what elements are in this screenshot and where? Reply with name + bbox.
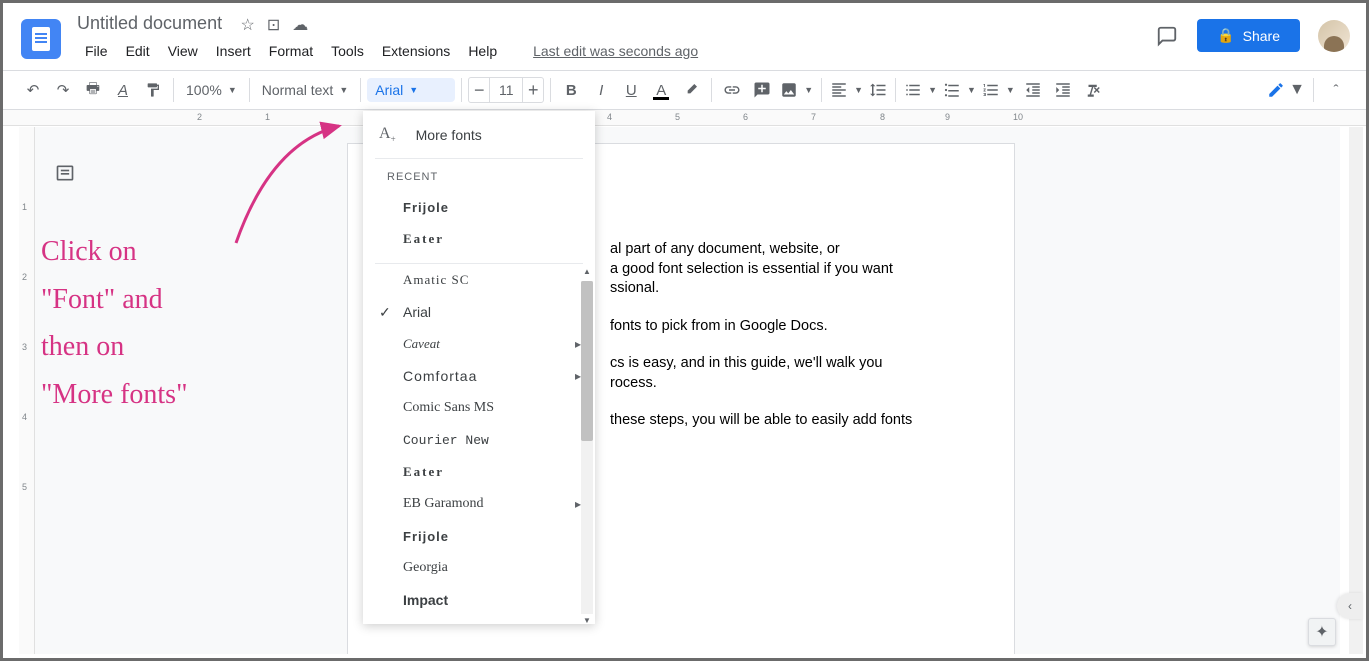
redo-button[interactable]: ↷ (49, 76, 77, 104)
explore-button[interactable]: ✦ (1308, 618, 1336, 646)
vertical-scrollbar[interactable] (1349, 127, 1363, 654)
doc-text: these steps, you will be able to easily … (610, 411, 942, 431)
toolbar: ↶ ↷ 🖶 A 100%▼ Normal text▼ Arial▼ − + B … (3, 70, 1366, 110)
text-color-button[interactable]: A (647, 76, 675, 104)
share-button[interactable]: 🔒 Share (1197, 19, 1300, 52)
styles-dropdown[interactable]: Normal text▼ (256, 78, 355, 102)
account-avatar[interactable] (1318, 20, 1350, 52)
insert-link-button[interactable] (718, 76, 746, 104)
comment-history-icon[interactable] (1155, 24, 1179, 48)
vertical-ruler[interactable]: 1 2 3 4 5 (19, 127, 35, 654)
print-button[interactable]: 🖶 (79, 76, 107, 104)
bulleted-list-button[interactable]: ▼ (941, 77, 978, 103)
font-item[interactable]: Caveat (363, 328, 595, 360)
doc-text: a good font selection is essential if yo… (610, 260, 942, 280)
cloud-status-icon[interactable]: ☁ (292, 15, 308, 35)
add-comment-button[interactable] (748, 76, 776, 104)
side-panel-toggle[interactable]: ‹ (1337, 593, 1363, 619)
font-item[interactable]: Arial (363, 296, 595, 328)
hide-menus-button[interactable]: ˆ (1322, 76, 1350, 104)
font-item[interactable]: Eater (363, 456, 595, 488)
insert-image-button[interactable]: ▼ (778, 77, 815, 103)
recent-section-label: RECENT (363, 159, 595, 191)
italic-button[interactable]: I (587, 76, 615, 104)
annotation-arrow (221, 118, 361, 258)
increase-indent-button[interactable] (1049, 76, 1077, 104)
editing-mode-button[interactable]: ▼ (1267, 81, 1305, 99)
font-size-decrease[interactable]: − (468, 77, 490, 103)
font-item[interactable]: EB Garamond (363, 488, 595, 520)
highlight-color-button[interactable] (677, 76, 705, 104)
menu-tools[interactable]: Tools (323, 39, 372, 63)
menu-edit[interactable]: Edit (118, 39, 158, 63)
font-recent-item[interactable]: Frijole (363, 191, 595, 223)
menu-bar: File Edit View Insert Format Tools Exten… (77, 39, 706, 63)
share-label: Share (1243, 28, 1280, 44)
underline-button[interactable]: U (617, 76, 645, 104)
annotation-text: Click on "Font" and then on "More fonts" (41, 228, 188, 418)
spellcheck-button[interactable]: A (109, 76, 137, 104)
document-area: 1 2 3 4 5 al part of any document, websi… (19, 127, 1340, 654)
more-fonts-item[interactable]: A+ More fonts (363, 111, 595, 158)
line-spacing-button[interactable] (867, 77, 889, 103)
font-add-icon: A+ (379, 125, 396, 144)
undo-button[interactable]: ↶ (19, 76, 47, 104)
outline-toggle-icon[interactable] (51, 159, 79, 187)
lock-icon: 🔒 (1217, 27, 1234, 44)
star-icon[interactable]: ☆ (241, 15, 255, 35)
last-edit-link[interactable]: Last edit was seconds ago (525, 39, 706, 63)
menu-extensions[interactable]: Extensions (374, 39, 458, 63)
move-icon[interactable]: ⊡ (267, 15, 280, 35)
font-item[interactable]: Georgia (363, 552, 595, 584)
checklist-button[interactable]: ▼ (902, 77, 939, 103)
menu-file[interactable]: File (77, 39, 116, 63)
doc-text: fonts to pick from in Google Docs. (610, 317, 942, 337)
menu-insert[interactable]: Insert (208, 39, 259, 63)
font-dropdown-button[interactable]: Arial▼ (367, 78, 455, 102)
clear-formatting-button[interactable] (1079, 76, 1107, 104)
decrease-indent-button[interactable] (1019, 76, 1047, 104)
align-button[interactable]: ▼ (828, 77, 865, 103)
font-list-scrollbar[interactable]: ▲ ▼ (581, 281, 593, 614)
zoom-dropdown[interactable]: 100%▼ (180, 78, 243, 102)
font-recent-item[interactable]: Eater (363, 223, 595, 255)
scrollbar-thumb[interactable] (581, 281, 593, 441)
font-item[interactable]: Frijole (363, 520, 595, 552)
paint-format-button[interactable] (139, 76, 167, 104)
numbered-list-button[interactable]: ▼ (980, 77, 1017, 103)
menu-format[interactable]: Format (261, 39, 321, 63)
bold-button[interactable]: B (557, 76, 585, 104)
menu-help[interactable]: Help (460, 39, 505, 63)
font-size-increase[interactable]: + (522, 77, 544, 103)
doc-title[interactable]: Untitled document (77, 13, 222, 34)
font-item[interactable]: Courier New (363, 424, 595, 456)
font-dropdown-menu: A+ More fonts RECENT Frijole Eater Amati… (363, 111, 595, 624)
font-item[interactable]: Amatic SC (363, 264, 595, 296)
font-item[interactable]: Comfortaa (363, 360, 595, 392)
font-item[interactable]: Impact (363, 584, 595, 616)
doc-text: ssional. (610, 279, 942, 299)
doc-text: al part of any document, website, or (610, 240, 942, 260)
menu-view[interactable]: View (160, 39, 206, 63)
doc-text: cs is easy, and in this guide, we'll wal… (610, 354, 942, 374)
docs-logo[interactable] (21, 19, 61, 59)
doc-text: rocess. (610, 374, 942, 394)
font-size-input[interactable] (490, 77, 522, 103)
horizontal-ruler[interactable]: 2 1 1 2 3 4 5 6 7 8 9 10 (3, 110, 1366, 126)
app-header: Untitled document ☆ ⊡ ☁ File Edit View I… (3, 3, 1366, 70)
font-item[interactable]: Comic Sans MS (363, 392, 595, 424)
